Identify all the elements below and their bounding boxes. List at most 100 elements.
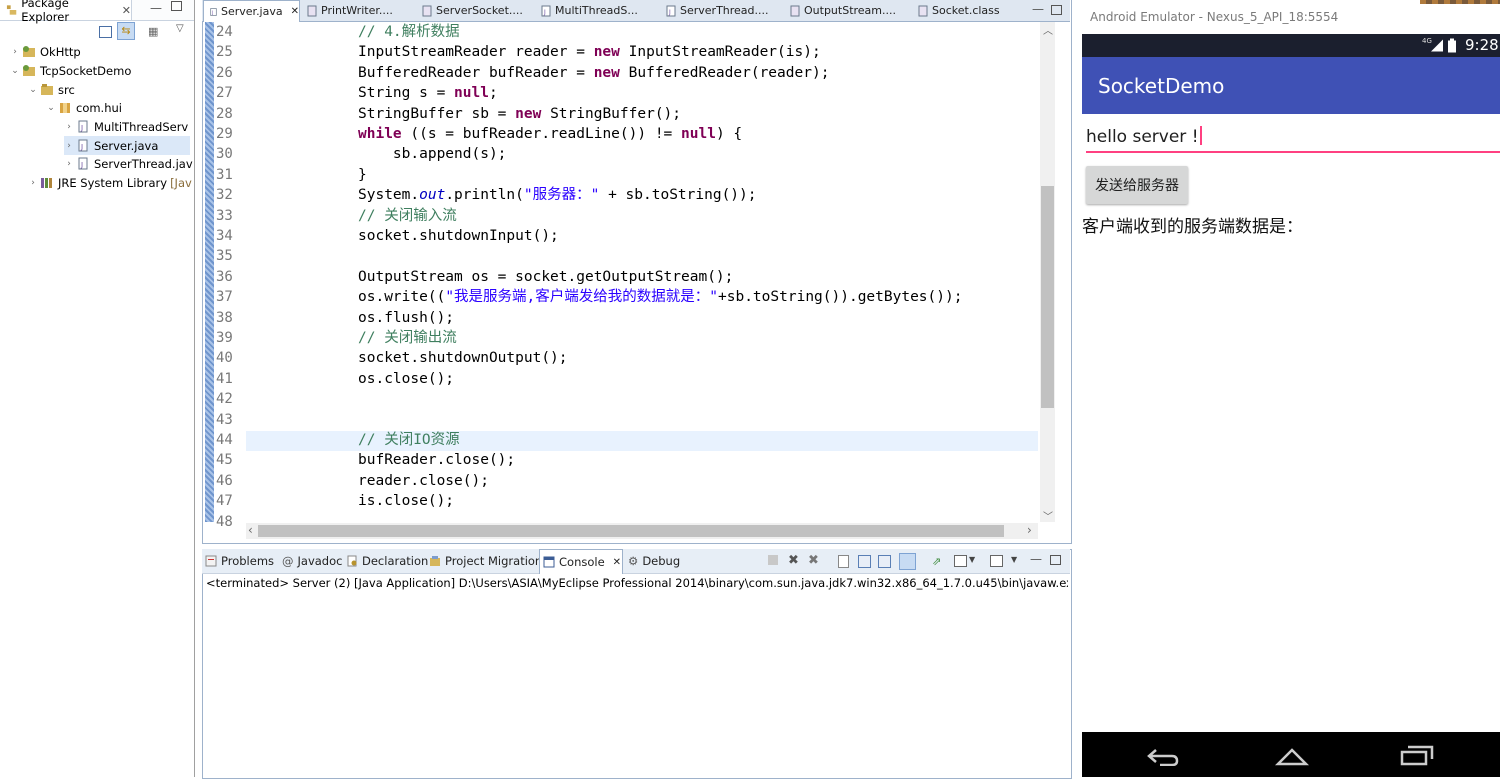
tree-item-multithreadserver[interactable]: › J MultiThreadServ xyxy=(64,117,188,136)
line-number-gutter: 24 25 26 27 28 29 30 31 32 33 34 35 36 37 38 39 40 41 42 43… xyxy=(214,22,240,530)
code-line[interactable]: os.write(("我是服务端,客户端发给我的数据就是："+sb.toStri… xyxy=(358,287,962,307)
tab-label: Declaration xyxy=(362,554,429,568)
code-line[interactable]: StringBuffer sb = new StringBuffer(); xyxy=(358,104,681,124)
tab-label: PrintWriter.... xyxy=(321,4,393,17)
maximize-icon[interactable] xyxy=(1051,5,1062,15)
link-with-editor-icon[interactable]: ⇆ xyxy=(117,22,135,40)
pin-console-icon[interactable]: ⇗ xyxy=(932,555,941,568)
collapse-icon[interactable]: ⌄ xyxy=(46,103,56,113)
collapse-icon[interactable]: ⌄ xyxy=(28,85,38,95)
vertical-scrollbar-thumb[interactable] xyxy=(1041,186,1054,408)
tab-server-java[interactable]: J Server.java ✕ xyxy=(203,0,300,22)
collapse-icon[interactable]: ⌄ xyxy=(10,66,20,76)
code-line[interactable]: is.close(); xyxy=(358,491,454,511)
tab-project-migration[interactable]: Project Migration xyxy=(429,549,542,573)
scroll-up-icon[interactable]: ︿ xyxy=(1043,22,1053,37)
tree-item-okhttp[interactable]: › OkHttp xyxy=(10,42,81,61)
tab-problems[interactable]: Problems xyxy=(205,549,274,573)
code-line[interactable]: InputStreamReader reader = new InputStre… xyxy=(358,42,821,62)
word-wrap-icon[interactable] xyxy=(878,555,891,568)
tab-outputstream[interactable]: OutputStream.... xyxy=(790,0,896,21)
expand-icon[interactable]: › xyxy=(64,141,74,151)
code-line[interactable]: OutputStream os = socket.getOutputStream… xyxy=(358,267,733,287)
expand-icon[interactable]: › xyxy=(64,159,74,169)
tab-javadoc[interactable]: @ Javadoc xyxy=(282,549,342,573)
tree-item-server-java[interactable]: › J Server.java xyxy=(64,136,190,155)
filter-icon[interactable]: ▦ xyxy=(148,25,158,38)
android-emulator-window xyxy=(1080,0,1500,777)
remove-launch-icon[interactable]: ✖ xyxy=(788,553,799,568)
recents-icon[interactable] xyxy=(1400,744,1436,766)
minimize-icon[interactable]: — xyxy=(1030,552,1042,566)
clear-console-icon[interactable] xyxy=(838,555,849,568)
code-line[interactable]: sb.append(s); xyxy=(358,144,507,164)
display-console-icon[interactable] xyxy=(954,555,967,567)
maximize-icon[interactable] xyxy=(1050,555,1061,565)
expand-icon[interactable]: › xyxy=(28,178,38,188)
code-line[interactable]: os.flush(); xyxy=(358,308,454,328)
java-file-icon: J xyxy=(78,139,88,152)
class-file-icon xyxy=(918,5,928,16)
tree-item-serverthread[interactable]: › J ServerThread.jav xyxy=(64,154,192,173)
svg-text:J: J xyxy=(80,124,83,132)
chevron-down-icon[interactable]: ▼ xyxy=(969,555,975,564)
horizontal-scrollbar-thumb[interactable] xyxy=(258,525,1004,537)
code-line[interactable]: // 关闭输入流 xyxy=(358,206,457,226)
tree-item-jre-system-library[interactable]: › JRE System Library [Jav xyxy=(28,173,192,192)
code-line[interactable]: // 关闭输出流 xyxy=(358,328,457,348)
code-line[interactable]: System.out.println("服务器：" + sb.toString(… xyxy=(358,185,757,205)
tab-debug[interactable]: ⚙ Debug xyxy=(628,549,680,573)
minimize-icon[interactable]: — xyxy=(150,1,162,15)
tab-serversocket[interactable]: ServerSocket.... xyxy=(422,0,523,21)
view-menu-icon[interactable]: ▽ xyxy=(176,23,184,34)
code-line[interactable]: bufReader.close(); xyxy=(358,450,515,470)
home-icon[interactable] xyxy=(1274,746,1310,766)
remove-all-terminated-icon[interactable]: ✖ xyxy=(808,553,819,568)
collapse-all-icon[interactable] xyxy=(99,26,112,38)
code-line[interactable]: socket.shutdownInput(); xyxy=(358,226,559,246)
code-line[interactable]: String s = null; xyxy=(358,83,498,103)
tab-multithreadserver[interactable]: J MultiThreadS... xyxy=(541,0,638,21)
code-line[interactable]: while ((s = bufReader.readLine()) != nul… xyxy=(358,124,742,144)
tab-socket-class[interactable]: Socket.class xyxy=(918,0,1000,21)
tree-item-tcpsocketdemo[interactable]: ⌄ TcpSocketDemo xyxy=(10,61,131,80)
close-icon[interactable]: ✕ xyxy=(122,4,131,17)
expand-icon[interactable]: › xyxy=(64,122,74,132)
code-line[interactable]: // 4.解析数据 xyxy=(358,22,460,42)
package-explorer-tab[interactable]: Package Explorer ✕ xyxy=(0,0,132,24)
message-input-value: hello server ! xyxy=(1086,127,1199,147)
tab-console[interactable]: Console ✕ xyxy=(539,549,623,574)
tab-printwriter[interactable]: PrintWriter.... xyxy=(307,0,393,21)
tab-label: Socket.class xyxy=(932,4,1000,17)
back-icon[interactable] xyxy=(1146,746,1180,766)
tab-serverthread[interactable]: J ServerThread.... xyxy=(666,0,769,21)
close-icon[interactable]: ✕ xyxy=(613,557,621,568)
open-console-icon[interactable] xyxy=(990,555,1003,567)
send-to-server-button[interactable]: 发送给服务器 xyxy=(1086,166,1188,204)
tab-declaration[interactable]: Declaration xyxy=(346,549,428,573)
code-text-area[interactable]: // 4.解析数据 InputStreamReader reader = new … xyxy=(246,22,1038,522)
expand-icon[interactable]: › xyxy=(10,47,20,57)
scroll-down-icon[interactable]: ﹀ xyxy=(1043,508,1053,523)
terminate-icon[interactable] xyxy=(768,555,778,565)
code-line[interactable]: BufferedReader bufReader = new BufferedR… xyxy=(358,63,829,83)
line-number: 26 xyxy=(216,64,233,81)
code-line[interactable]: // 关闭IO资源 xyxy=(358,430,460,450)
show-on-output-icon[interactable] xyxy=(899,553,916,570)
code-line[interactable]: socket.shutdownOutput(); xyxy=(358,348,568,368)
close-icon[interactable]: ✕ xyxy=(291,6,299,17)
code-line[interactable]: } xyxy=(358,165,367,185)
maximize-icon[interactable] xyxy=(171,1,182,11)
android-navigation-bar xyxy=(1082,732,1500,777)
code-line[interactable]: reader.close(); xyxy=(358,471,489,491)
scroll-left-icon[interactable]: ‹ xyxy=(248,523,253,537)
minimize-icon[interactable]: — xyxy=(1032,2,1044,16)
tree-item-com-hui[interactable]: ⌄ com.hui xyxy=(46,98,122,117)
message-input[interactable]: hello server ! xyxy=(1086,124,1486,150)
chevron-down-icon[interactable]: ▼ xyxy=(1011,555,1017,564)
tree-item-src[interactable]: ⌄ src xyxy=(28,80,75,99)
scroll-lock-icon[interactable] xyxy=(858,555,871,568)
code-line[interactable]: os.close(); xyxy=(358,369,454,389)
scroll-right-icon[interactable]: › xyxy=(1027,523,1032,537)
svg-text:J: J xyxy=(80,161,83,169)
